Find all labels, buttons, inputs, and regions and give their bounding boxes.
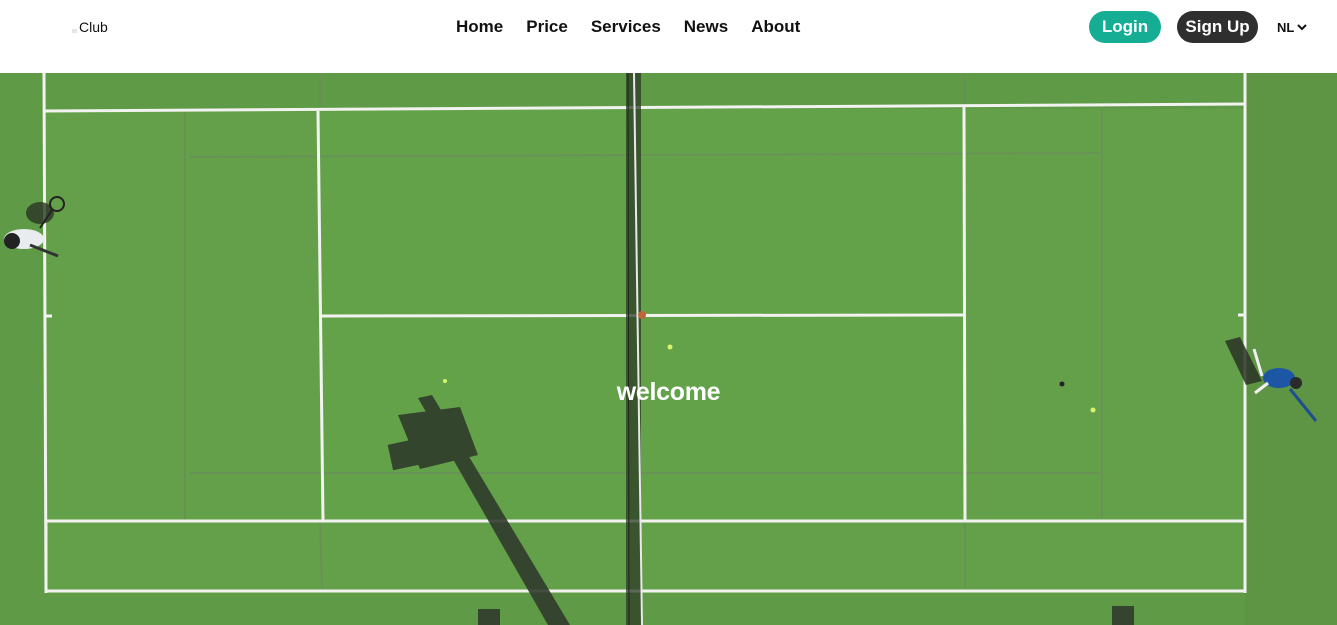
nav-services[interactable]: Services [580,17,671,37]
main-nav: Home Price Services News About [445,17,810,37]
nav-home[interactable]: Home [445,17,513,37]
language-code: NL [1277,20,1295,35]
nav-price[interactable]: Price [515,17,578,37]
language-selector[interactable]: NL [1277,20,1308,35]
login-button[interactable]: Login [1089,11,1161,43]
brand-name: Club [79,19,108,35]
hero-background-image [0,73,1337,625]
signup-button[interactable]: Sign Up [1177,11,1258,43]
logo-mark-icon [72,29,77,33]
site-header: Club Home Price Services News About Logi… [0,0,1337,73]
brand-logo[interactable]: Club [72,19,108,35]
hero-title: welcome [616,378,721,406]
nav-about[interactable]: About [740,17,810,37]
nav-news[interactable]: News [673,17,738,37]
chevron-down-icon [1297,24,1308,31]
hero-banner: welcome [0,73,1337,625]
